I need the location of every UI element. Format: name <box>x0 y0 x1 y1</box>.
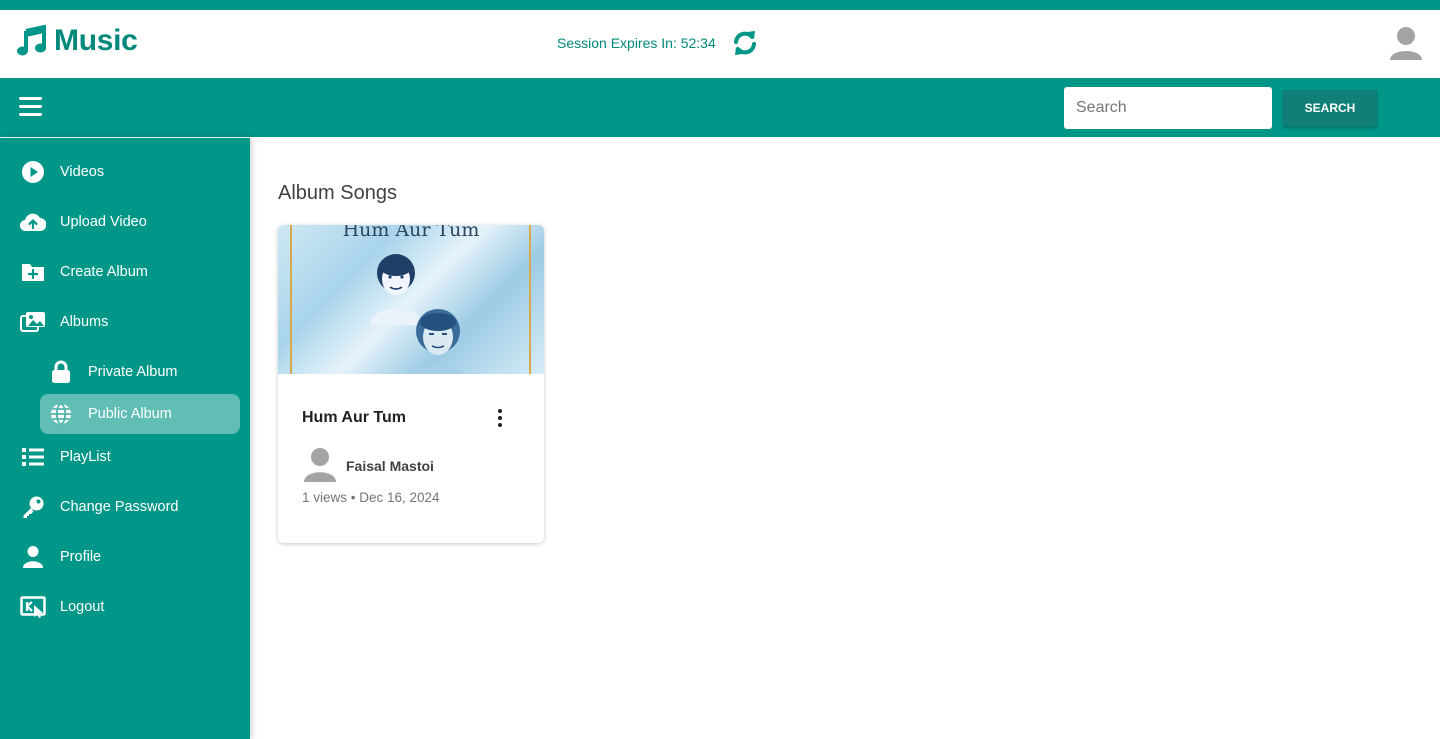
top-navbar: SEARCH <box>0 78 1440 137</box>
singer-portrait-2 <box>412 309 465 374</box>
list-icon <box>20 444 46 470</box>
sidebar-item-label: Logout <box>60 599 105 615</box>
folder-plus-icon <box>20 259 46 285</box>
sidebar-item-profile[interactable]: Profile <box>0 537 250 577</box>
key-icon <box>20 494 46 520</box>
brand[interactable]: Music <box>16 24 138 58</box>
main-content: Album Songs Hum Aur Tum Hum Aur Tum Fais… <box>250 137 1440 739</box>
sidebar-item-label: Create Album <box>60 264 148 280</box>
app-header: Music Session Expires In: 52:34 <box>0 10 1440 78</box>
sidebar-item-albums[interactable]: Albums <box>0 302 250 342</box>
user-avatar[interactable] <box>1388 24 1424 62</box>
author-avatar[interactable] <box>302 445 338 483</box>
search-button[interactable]: SEARCH <box>1283 90 1377 126</box>
sidebar: Videos Upload Video Create Album Albums … <box>0 137 250 739</box>
sidebar-item-videos[interactable]: Videos <box>0 152 250 192</box>
music-note-icon <box>17 25 46 56</box>
song-title[interactable]: Hum Aur Tum <box>302 409 406 427</box>
sidebar-item-playlist[interactable]: PlayList <box>0 437 250 477</box>
more-vert-icon[interactable] <box>494 407 506 429</box>
author-name[interactable]: Faisal Mastoi <box>346 458 434 474</box>
thumbnail-title: Hum Aur Tum <box>342 225 480 241</box>
sidebar-item-public-album[interactable]: Public Album <box>40 394 240 434</box>
search-input[interactable] <box>1064 87 1272 129</box>
top-accent-bar <box>0 0 1440 10</box>
sidebar-item-label: Upload Video <box>60 214 147 230</box>
images-icon <box>20 309 46 335</box>
user-icon <box>20 544 46 570</box>
sidebar-item-label: Public Album <box>88 406 172 422</box>
sidebar-item-label: Change Password <box>60 499 179 515</box>
sidebar-item-label: PlayList <box>60 449 111 465</box>
logout-icon <box>20 594 46 620</box>
sidebar-item-create-album[interactable]: Create Album <box>0 252 250 292</box>
sidebar-item-private-album[interactable]: Private Album <box>0 352 250 392</box>
app-name: Music <box>54 24 138 57</box>
album-thumbnail[interactable]: Hum Aur Tum <box>278 225 544 374</box>
play-circle-icon <box>20 159 46 185</box>
sidebar-item-change-password[interactable]: Change Password <box>0 487 250 527</box>
cloud-upload-icon <box>20 209 46 235</box>
sidebar-item-logout[interactable]: Logout <box>0 587 250 627</box>
song-card[interactable]: Hum Aur Tum Hum Aur Tum Faisal Mastoi 1 … <box>278 225 544 543</box>
session-expiry-text: Session Expires In: 52:34 <box>557 35 716 51</box>
session-timer: Session Expires In: 52:34 <box>557 28 760 58</box>
sidebar-item-label: Profile <box>60 549 102 565</box>
globe-icon <box>48 401 74 427</box>
song-meta: 1 views • Dec 16, 2024 <box>302 490 440 505</box>
sidebar-item-label: Videos <box>60 164 105 180</box>
lock-icon <box>48 359 74 385</box>
sidebar-item-label: Albums <box>60 314 109 330</box>
sidebar-item-upload-video[interactable]: Upload Video <box>0 202 250 242</box>
page-title: Album Songs <box>278 182 397 204</box>
menu-toggle-icon[interactable] <box>19 97 42 117</box>
refresh-icon[interactable] <box>730 28 760 58</box>
sidebar-item-label: Private Album <box>88 364 178 380</box>
